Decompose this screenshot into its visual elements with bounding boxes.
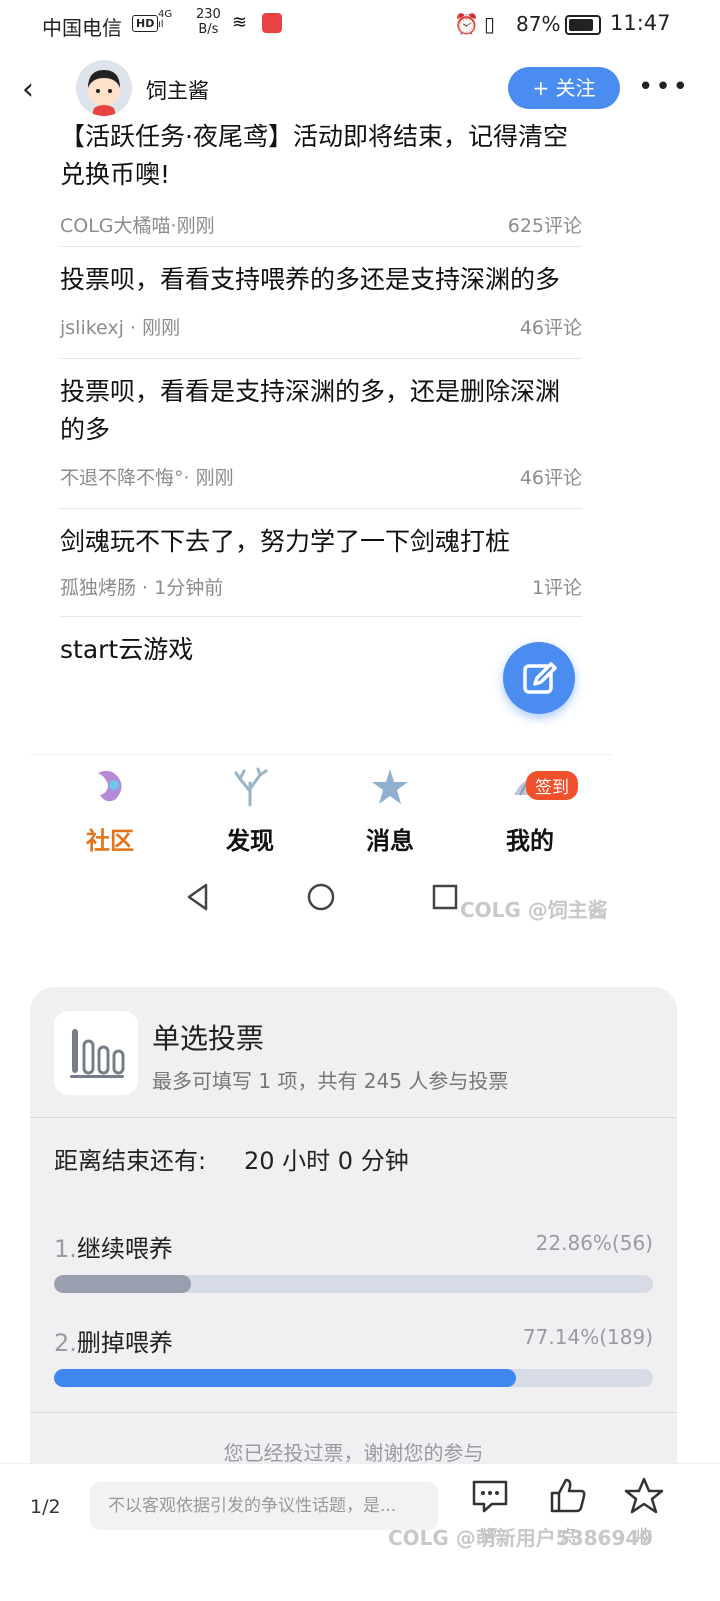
discover-icon xyxy=(234,767,268,807)
follow-button[interactable]: + 关注 xyxy=(508,67,620,109)
battery-percent: 87% xyxy=(516,12,561,36)
post-meta: 不退不降不悔°· 刚刚 46评论 xyxy=(60,463,582,490)
community-icon xyxy=(98,770,122,802)
watermark: COLG @饲主酱 xyxy=(460,898,608,922)
system-nav-bar: COLG @饲主酱 xyxy=(0,870,720,930)
starfish-icon xyxy=(372,769,408,804)
comment-icon xyxy=(472,1480,508,1513)
option-index: 2. xyxy=(54,1329,77,1357)
comment-bar: 1/2 不以客观依据引发的争议性话题，是... 评 点 收 COLG @萌新用户… xyxy=(0,1463,720,1601)
post-meta: jslikexj · 刚刚 46评论 xyxy=(60,313,582,340)
app-notification-icon xyxy=(262,13,282,33)
list-item[interactable]: 投票呗，看看支持喂养的多还是支持深渊的多 jslikexj · 刚刚 46评论 xyxy=(60,247,582,358)
more-icon[interactable]: ••• xyxy=(638,72,690,102)
post-time: 刚刚 xyxy=(195,467,234,489)
tab-messages[interactable]: 消息 xyxy=(330,765,450,856)
tab-label: 社区 xyxy=(86,827,134,855)
tab-community[interactable]: 社区 xyxy=(50,765,170,856)
vote-bar-fill xyxy=(54,1275,191,1293)
carrier-name: 中国电信 xyxy=(42,16,122,40)
post-comment-count: 46评论 xyxy=(519,467,582,489)
post-author: 不退不降不悔° xyxy=(60,467,184,489)
back-triangle-icon[interactable] xyxy=(184,882,212,912)
recents-square-icon[interactable] xyxy=(432,884,458,910)
username[interactable]: 饲主酱 xyxy=(146,75,209,105)
app-header: ‹ 饲主酱 + 关注 ••• xyxy=(0,58,720,120)
comment-button[interactable] xyxy=(470,1476,510,1516)
vote-subtitle: 最多可填写 1 项，共有 245 人参与投票 xyxy=(152,1069,509,1093)
post-author: COLG大橘喵 xyxy=(60,215,171,237)
vote-bar xyxy=(54,1275,653,1293)
checkin-badge[interactable]: 签到 xyxy=(526,771,578,800)
hd-icon: HD xyxy=(132,15,159,32)
vote-card: 单选投票 最多可填写 1 项，共有 245 人参与投票 距离结束还有: 20 小… xyxy=(30,987,677,1487)
edit-icon xyxy=(523,662,557,694)
post-title: 【活跃任务·夜尾鸢】活动即将结束，记得清空兑换币噢! xyxy=(60,122,568,189)
option-index: 1. xyxy=(54,1235,77,1263)
bottom-tab-bar: 社区 发现 消息 签到 我的 xyxy=(30,754,612,865)
star-icon xyxy=(624,1477,664,1514)
battery-icon xyxy=(565,15,601,35)
like-icon xyxy=(550,1478,586,1513)
post-comment-count: 46评论 xyxy=(519,317,582,339)
favorite-button[interactable] xyxy=(624,1476,664,1516)
status-bar: 中国电信 HD 4G ıl 230 B/s ≋ ⏰ ▯ 87% 11:47 xyxy=(0,0,720,50)
home-circle-icon[interactable] xyxy=(306,882,336,912)
voted-note: 您已经投过票，谢谢您的参与 xyxy=(223,1441,484,1465)
post-author: jslikexj xyxy=(60,317,130,339)
post-time: 1分钟前 xyxy=(154,577,224,599)
vote-bar xyxy=(54,1369,653,1387)
post-title: 投票呗，看看是支持深渊的多，还是删除深渊的多 xyxy=(60,377,561,444)
post-author: 孤独烤肠 xyxy=(60,577,143,599)
option-stat: 22.86%(56) xyxy=(535,1231,653,1255)
vote-option-2: 2.删掉喂养 xyxy=(54,1323,173,1358)
like-button[interactable] xyxy=(548,1476,588,1516)
wifi-icon: ≋ xyxy=(232,12,248,33)
list-item[interactable]: 投票呗，看看是支持深渊的多，还是删除深渊的多 不退不降不悔°· 刚刚 46评论 xyxy=(60,359,582,508)
option-name: 删掉喂养 xyxy=(76,1329,173,1357)
vibrate-icon: ▯ xyxy=(484,12,496,36)
post-meta: 孤独烤肠 · 1分钟前 1评论 xyxy=(60,573,582,600)
countdown-label: 距离结束还有: xyxy=(54,1147,207,1175)
option-name: 继续喂养 xyxy=(76,1235,173,1263)
comment-input[interactable]: 不以客观依据引发的争议性话题，是... xyxy=(90,1482,438,1530)
vote-bar-fill xyxy=(54,1369,517,1387)
poll-icon xyxy=(54,1011,138,1095)
back-icon[interactable]: ‹ xyxy=(22,72,34,107)
post-comment-count: 1评论 xyxy=(531,577,582,599)
post-title: 投票呗，看看支持喂养的多还是支持深渊的多 xyxy=(60,265,561,294)
tab-discover[interactable]: 发现 xyxy=(190,765,310,856)
tab-label: 消息 xyxy=(366,827,414,855)
tab-label: 我的 xyxy=(506,827,554,855)
signal-icon: 4G ıl xyxy=(158,9,173,30)
page-indicator[interactable]: 1/2 xyxy=(30,1496,61,1518)
vote-title: 单选投票 xyxy=(152,1022,265,1055)
list-item[interactable]: 【活跃任务·夜尾鸢】活动即将结束，记得清空兑换币噢! COLG大橘喵·刚刚 62… xyxy=(60,120,582,246)
tab-label: 发现 xyxy=(226,827,274,855)
post-title: 剑魂玩不下去了，努力学了一下剑魂打桩 xyxy=(60,527,511,556)
clock: 11:47 xyxy=(610,11,671,35)
post-comment-count: 625评论 xyxy=(507,215,582,237)
post-meta: COLG大橘喵·刚刚 625评论 xyxy=(60,211,582,238)
post-list: 【活跃任务·夜尾鸢】活动即将结束，记得清空兑换币噢! COLG大橘喵·刚刚 62… xyxy=(60,120,582,683)
alarm-icon: ⏰ xyxy=(454,12,479,36)
list-item[interactable]: 剑魂玩不下去了，努力学了一下剑魂打桩 孤独烤肠 · 1分钟前 1评论 xyxy=(60,509,582,616)
network-speed: 230 B/s xyxy=(196,7,221,37)
tab-me[interactable]: 签到 我的 xyxy=(470,765,590,856)
divider xyxy=(30,1117,677,1118)
post-time: 刚刚 xyxy=(176,215,215,237)
compose-button[interactable] xyxy=(503,642,575,714)
divider xyxy=(30,1412,677,1413)
avatar[interactable] xyxy=(76,60,132,116)
post-time: 刚刚 xyxy=(142,317,181,339)
option-stat: 77.14%(189) xyxy=(522,1325,653,1349)
vote-option-1: 1.继续喂养 xyxy=(54,1229,173,1264)
countdown-value: 20 小时 0 分钟 xyxy=(244,1147,409,1175)
watermark: COLG @萌新用户5386949 xyxy=(388,1526,654,1550)
